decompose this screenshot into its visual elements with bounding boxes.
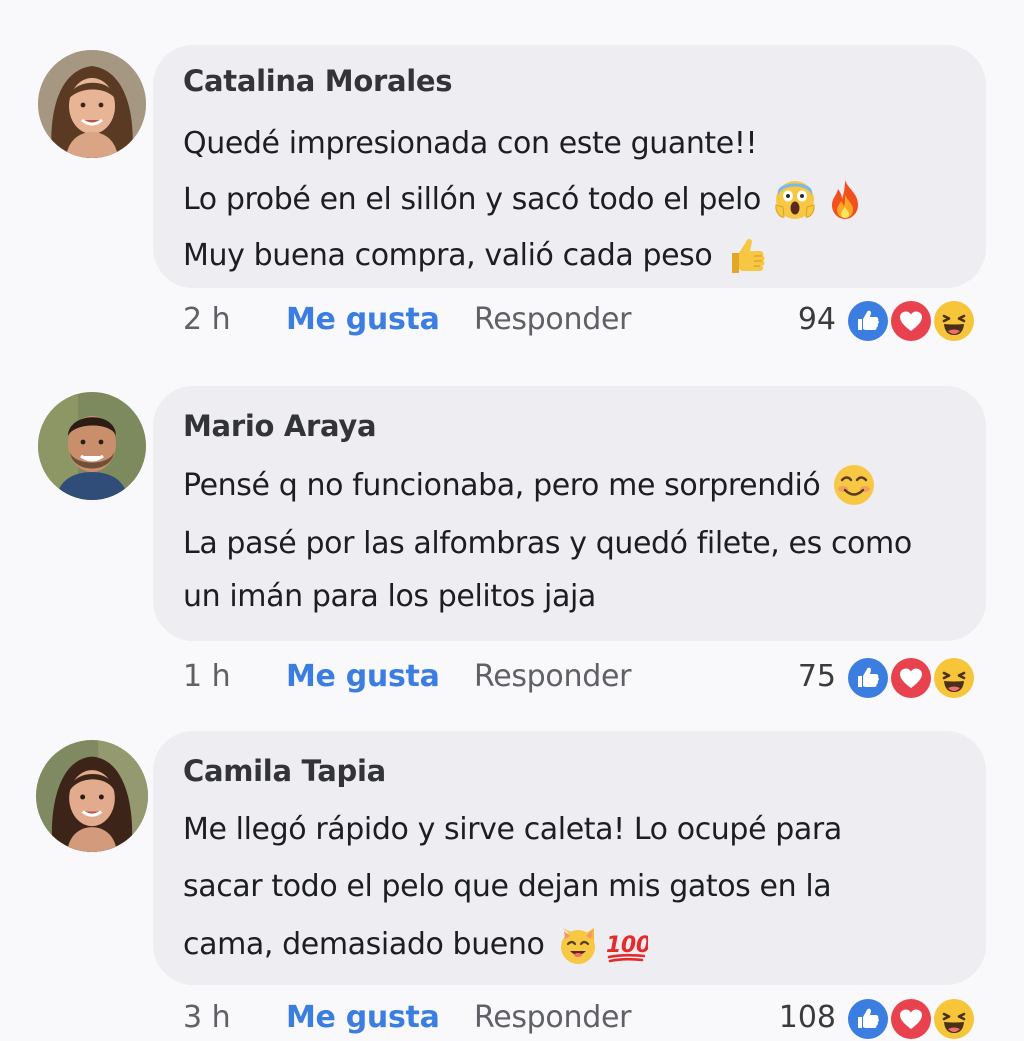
reaction-count[interactable]: 75: [798, 655, 836, 699]
reaction-count[interactable]: 108: [779, 996, 836, 1040]
comment-text: Lo probé en el sillón y sacó todo el pel…: [183, 181, 761, 217]
avatar-photo-catalina: [38, 50, 146, 158]
comment-text-line: Pensé q no funcionaba, pero me sorprendi…: [183, 456, 956, 514]
reaction-summary[interactable]: [846, 656, 978, 700]
comment-text-line: Me llegó rápido y sirve caleta! Lo ocupé…: [183, 801, 956, 857]
screaming-face-emoji: [773, 177, 817, 221]
haha-reaction-icon: [932, 997, 976, 1041]
comment-text: cama, demasiado bueno: [183, 926, 545, 962]
avatar[interactable]: [36, 740, 148, 852]
like-reaction-icon: [846, 299, 890, 343]
reaction-summary[interactable]: [846, 299, 978, 343]
like-reaction-icon: [846, 997, 890, 1041]
comment-text: Muy buena compra, valió cada peso: [183, 237, 713, 273]
comment-text-line: Muy buena compra, valió cada peso: [183, 227, 956, 283]
like-reaction-icon: [846, 656, 890, 700]
avatar[interactable]: [38, 50, 146, 158]
comment-text-line: un imán para los pelitos jaja: [183, 572, 956, 620]
comment-text-line: La pasé por las alfombras y quedó filete…: [183, 514, 956, 572]
comment-text: sacar todo el pelo que dejan mis gatos e…: [183, 868, 832, 904]
comment-time: 1 h: [183, 659, 231, 694]
reply-button[interactable]: Responder: [474, 655, 631, 699]
comment-actions: 3 h Me gusta Responder 108: [0, 996, 1024, 1041]
haha-reaction-icon: [932, 656, 976, 700]
comment-text: La pasé por las alfombras y quedó filete…: [183, 525, 912, 561]
comment-time: 2 h: [183, 302, 231, 337]
comment-author[interactable]: Catalina Morales: [183, 63, 956, 99]
like-button[interactable]: Me gusta: [286, 655, 440, 699]
like-button[interactable]: Me gusta: [286, 996, 440, 1040]
comment-actions: 1 h Me gusta Responder 75: [0, 655, 1024, 700]
reaction-count[interactable]: 94: [798, 298, 836, 342]
comment-author[interactable]: Mario Araya: [183, 408, 956, 444]
comment-bubble: Catalina Morales Quedé impresionada con …: [153, 45, 986, 288]
smiling-cat-emoji: [556, 922, 600, 966]
comment-bubble: Camila Tapia Me llegó rápido y sirve cal…: [153, 731, 986, 985]
comment-text: Pensé q no funcionaba, pero me sorprendi…: [183, 467, 821, 503]
avatar-photo-mario: [38, 392, 146, 500]
avatar-photo-camila: [36, 740, 148, 852]
comment-bubble: Mario Araya Pensé q no funcionaba, pero …: [153, 386, 986, 641]
love-reaction-icon: [889, 656, 933, 700]
avatar[interactable]: [38, 392, 146, 500]
comment-author[interactable]: Camila Tapia: [183, 753, 956, 789]
like-button[interactable]: Me gusta: [286, 298, 440, 342]
reply-button[interactable]: Responder: [474, 996, 631, 1040]
comment-text: Me llegó rápido y sirve caleta! Lo ocupé…: [183, 811, 842, 847]
comment-text: un imán para los pelitos jaja: [183, 578, 596, 614]
reaction-summary[interactable]: [846, 997, 978, 1041]
haha-reaction-icon: [932, 299, 976, 343]
comment-text-line: sacar todo el pelo que dejan mis gatos e…: [183, 857, 956, 915]
comment-text-line: cama, demasiado bueno: [183, 915, 956, 973]
love-reaction-icon: [889, 299, 933, 343]
reply-button[interactable]: Responder: [474, 298, 631, 342]
love-reaction-icon: [889, 997, 933, 1041]
thumbs-up-emoji: [724, 233, 768, 277]
hundred-points-emoji: [604, 922, 648, 966]
comment-text: Quedé impresionada con este guante!!: [183, 125, 758, 161]
smiling-face-emoji: [832, 463, 876, 507]
comment-time: 3 h: [183, 1000, 231, 1035]
comment-text-line: Quedé impresionada con este guante!!: [183, 115, 956, 171]
comment-actions: 2 h Me gusta Responder 94: [0, 298, 1024, 343]
comment-text-line: Lo probé en el sillón y sacó todo el pel…: [183, 171, 956, 227]
fire-emoji: [823, 177, 867, 221]
